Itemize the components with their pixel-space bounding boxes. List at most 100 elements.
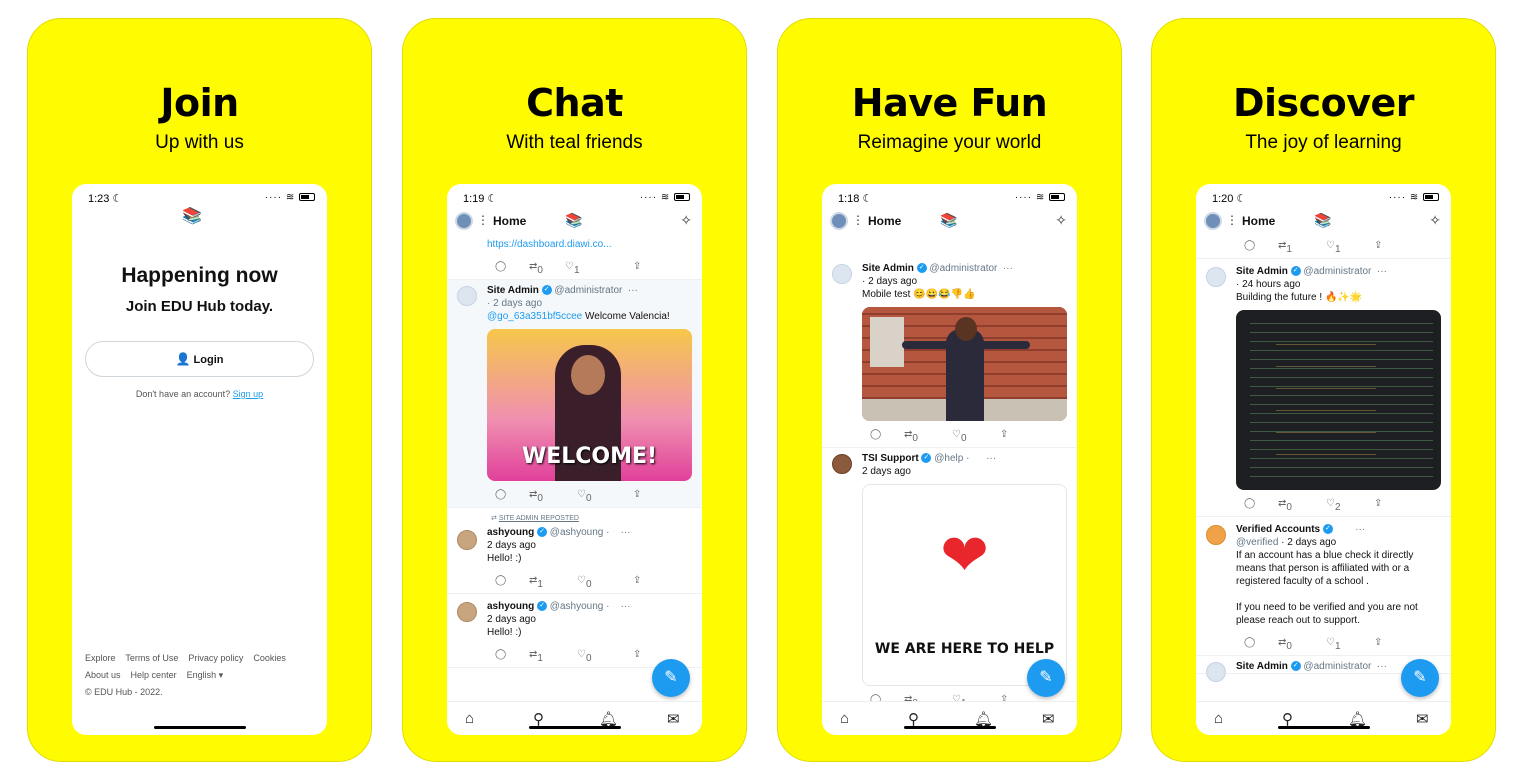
post-link[interactable]: https://dashboard.diawi.co... <box>487 239 612 250</box>
reply-icon[interactable]: ◯ <box>495 261 506 272</box>
avatar[interactable] <box>457 286 477 306</box>
reply-icon[interactable]: ◯ <box>1244 240 1255 251</box>
sparkle-icon[interactable]: ✧ <box>680 212 692 229</box>
compose-button[interactable]: ✎ <box>1027 659 1065 697</box>
share-icon[interactable]: ⇪ <box>1374 240 1382 251</box>
card-join: Join Up with us 1:23 ☾ ···· ≋ 📚 Happenin… <box>27 18 372 762</box>
sparkle-icon[interactable]: ✧ <box>1429 212 1441 229</box>
more-icon[interactable]: ··· <box>612 601 631 612</box>
sparkle-icon[interactable]: ✧ <box>1055 212 1067 229</box>
like-icon[interactable]: ♡ 0 <box>952 429 967 444</box>
share-icon[interactable]: ⇪ <box>1000 694 1008 701</box>
language-select[interactable]: English ▾ <box>187 670 224 680</box>
like-icon[interactable]: ♡ 1 <box>1326 240 1341 255</box>
mail-icon[interactable]: ✉ <box>667 710 680 728</box>
code-highlights <box>1276 330 1376 470</box>
footer-link-explore[interactable]: Explore <box>85 653 116 663</box>
reply-icon[interactable]: ◯ <box>495 649 506 660</box>
more-vertical-icon[interactable]: ⋮ <box>1226 213 1238 227</box>
more-icon[interactable]: ··· <box>1336 524 1365 535</box>
login-button[interactable]: 👤 Login <box>85 341 314 377</box>
share-icon[interactable]: ⇪ <box>1374 498 1382 509</box>
top-bar: ⋮ Home 📚 ✧ <box>822 210 1077 236</box>
more-icon[interactable]: ··· <box>612 527 631 538</box>
retweet-icon[interactable]: ⇄ 1 <box>529 649 543 664</box>
more-icon[interactable]: ··· <box>1000 263 1013 274</box>
share-icon[interactable]: ⇪ <box>633 575 641 586</box>
profile-avatar[interactable] <box>830 212 848 230</box>
more-icon[interactable]: ··· <box>625 285 638 296</box>
like-icon[interactable]: ♡ 0 <box>577 649 592 664</box>
home-icon[interactable]: ⌂ <box>465 710 474 727</box>
post-author[interactable]: ashyoung <box>487 601 534 612</box>
more-icon[interactable]: ··· <box>972 453 996 464</box>
footer-link-about[interactable]: About us <box>85 670 121 680</box>
post-mention[interactable]: @go_63a351bf5ccee <box>487 311 582 322</box>
profile-avatar[interactable] <box>455 212 473 230</box>
share-icon[interactable]: ⇪ <box>633 261 641 272</box>
tab-bar: ⌂ ⚲ 🔔︎ ✉ <box>447 701 702 735</box>
reply-icon[interactable]: ◯ <box>1244 637 1255 648</box>
post-author[interactable]: ashyoung <box>487 527 534 538</box>
avatar[interactable] <box>1206 662 1226 682</box>
post-author[interactable]: Site Admin <box>1236 661 1288 672</box>
retweet-icon[interactable]: ⇄ 0 <box>1278 498 1292 513</box>
signup-link[interactable]: Sign up <box>233 389 264 399</box>
post-actions: ◯ ⇄ 1 ♡ 1 ⇪ <box>1236 236 1451 258</box>
reply-icon[interactable]: ◯ <box>870 694 881 701</box>
like-icon[interactable]: ♡ 2 <box>1326 498 1341 513</box>
like-icon[interactable]: ♡ 1 <box>565 261 580 276</box>
avatar[interactable] <box>1206 267 1226 287</box>
more-vertical-icon[interactable]: ⋮ <box>852 213 864 227</box>
like-icon[interactable]: ♡ 0 <box>577 489 592 504</box>
welcome-gif[interactable]: WELCOME! <box>487 329 692 481</box>
mail-icon[interactable]: ✉ <box>1042 710 1055 728</box>
retweet-icon[interactable]: ⇄ 0 <box>904 429 918 444</box>
avatar[interactable] <box>457 530 477 550</box>
more-vertical-icon[interactable]: ⋮ <box>477 213 489 227</box>
compose-button[interactable]: ✎ <box>652 659 690 697</box>
retweet-icon[interactable]: ⇄ 0 <box>904 694 918 701</box>
code-screenshot[interactable] <box>1236 310 1441 490</box>
reply-icon[interactable]: ◯ <box>495 489 506 500</box>
footer-link-terms[interactable]: Terms of Use <box>125 653 178 663</box>
more-icon[interactable]: ··· <box>1374 661 1387 672</box>
reply-icon[interactable]: ◯ <box>1244 498 1255 509</box>
compose-button[interactable]: ✎ <box>1401 659 1439 697</box>
avatar[interactable] <box>457 602 477 622</box>
avatar[interactable] <box>832 264 852 284</box>
reply-icon[interactable]: ◯ <box>495 575 506 586</box>
card-title: Chat <box>526 81 623 125</box>
share-icon[interactable]: ⇪ <box>633 649 641 660</box>
verified-icon: ✓ <box>541 285 552 296</box>
retweet-icon[interactable]: ⇄ 0 <box>529 261 543 276</box>
home-icon[interactable]: ⌂ <box>840 710 849 727</box>
mail-icon[interactable]: ✉ <box>1416 710 1429 728</box>
share-icon[interactable]: ⇪ <box>633 489 641 500</box>
share-icon[interactable]: ⇪ <box>1000 429 1008 440</box>
footer-link-cookies[interactable]: Cookies <box>253 653 286 663</box>
post-author[interactable]: Site Admin <box>487 285 539 296</box>
post-image[interactable] <box>862 307 1067 421</box>
footer-link-help[interactable]: Help center <box>131 670 177 680</box>
post-author[interactable]: TSI Support <box>862 453 919 464</box>
post-image[interactable]: ❤ WE ARE HERE TO HELP <box>862 484 1067 686</box>
profile-avatar[interactable] <box>1204 212 1222 230</box>
share-icon[interactable]: ⇪ <box>1374 637 1382 648</box>
reply-icon[interactable]: ◯ <box>870 429 881 440</box>
footer-link-privacy[interactable]: Privacy policy <box>188 653 243 663</box>
more-icon[interactable]: ··· <box>1374 266 1387 277</box>
like-icon[interactable]: ♡ 1 <box>952 694 967 701</box>
avatar[interactable] <box>832 454 852 474</box>
like-icon[interactable]: ♡ 1 <box>1326 637 1341 652</box>
post-author[interactable]: Site Admin <box>862 263 914 274</box>
like-icon[interactable]: ♡ 0 <box>577 575 592 590</box>
home-icon[interactable]: ⌂ <box>1214 710 1223 727</box>
post-author[interactable]: Verified Accounts <box>1236 524 1320 535</box>
retweet-icon[interactable]: ⇄ 0 <box>1278 637 1292 652</box>
avatar[interactable] <box>1206 525 1226 545</box>
retweet-icon[interactable]: ⇄ 1 <box>529 575 543 590</box>
retweet-icon[interactable]: ⇄ 1 <box>1278 240 1292 255</box>
retweet-icon[interactable]: ⇄ 0 <box>529 489 543 504</box>
post-author[interactable]: Site Admin <box>1236 266 1288 277</box>
